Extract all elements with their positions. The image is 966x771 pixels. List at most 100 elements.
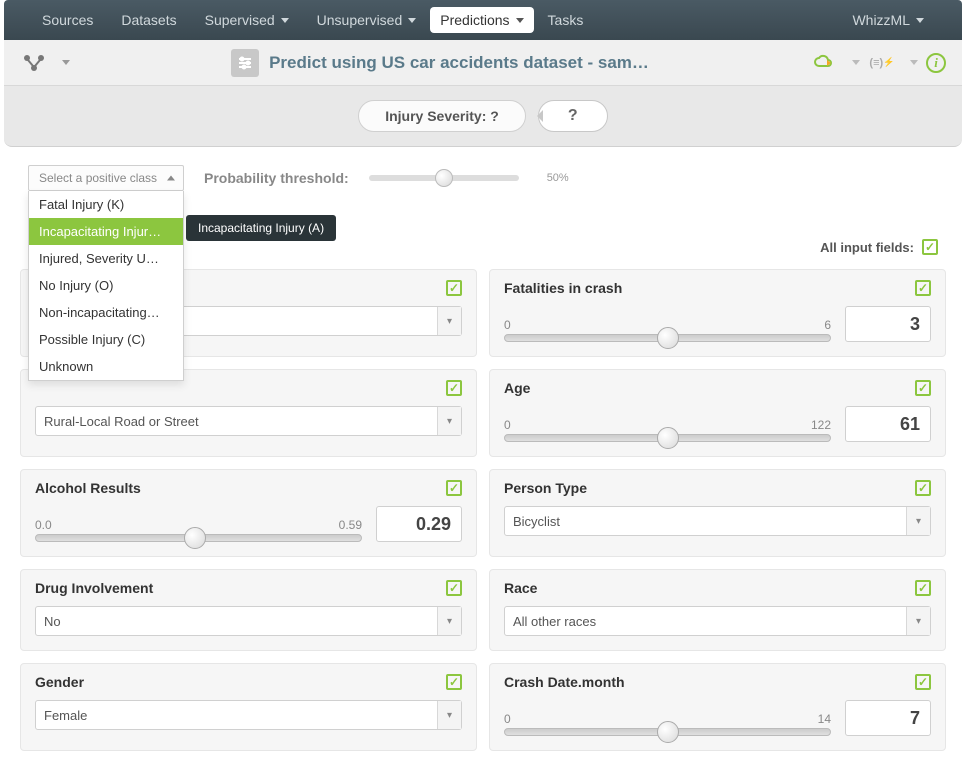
check-icon[interactable]: [446, 580, 462, 596]
field-value-input[interactable]: 0.29: [376, 506, 462, 542]
slider-min: 0.0: [35, 518, 52, 532]
slider-knob[interactable]: [657, 327, 679, 349]
check-icon[interactable]: [446, 674, 462, 690]
field-value-input[interactable]: 61: [845, 406, 931, 442]
nav-whizzml-label: WhizzML: [852, 12, 910, 28]
prediction-result: ?: [538, 100, 608, 132]
field-card-gender: Gender Female: [20, 663, 477, 751]
check-icon[interactable]: [915, 380, 931, 396]
slider-knob[interactable]: [657, 721, 679, 743]
controls-row: Select a positive class Fatal Injury (K)…: [0, 147, 966, 195]
field-title: Race: [504, 580, 537, 596]
field-title: Gender: [35, 674, 84, 690]
slider-knob[interactable]: [184, 527, 206, 549]
positive-class-trigger[interactable]: Select a positive class: [28, 165, 184, 191]
caret-icon: [437, 701, 461, 729]
check-icon[interactable]: [915, 580, 931, 596]
caret-icon: [62, 60, 70, 65]
all-fields-label: All input fields:: [820, 240, 914, 255]
field-slider[interactable]: [504, 334, 831, 342]
field-card-drug: Drug Involvement No: [20, 569, 477, 651]
nav-sources[interactable]: Sources: [28, 0, 107, 40]
dropdown-option[interactable]: Fatal Injury (K): [29, 191, 183, 218]
caret-icon: [906, 507, 930, 535]
field-slider[interactable]: [504, 728, 831, 736]
slider-max: 14: [818, 712, 831, 726]
field-card-crash-month: Crash Date.month 014 7: [489, 663, 946, 751]
title-bar: Predict using US car accidents dataset -…: [4, 40, 962, 86]
field-select-value: Rural-Local Road or Street: [44, 414, 199, 429]
field-select[interactable]: All other races: [504, 606, 931, 636]
check-icon[interactable]: [922, 239, 938, 255]
caret-icon: [437, 407, 461, 435]
check-icon[interactable]: [915, 280, 931, 296]
top-nav: Sources Datasets Supervised Unsupervised…: [4, 0, 962, 40]
nav-unsupervised[interactable]: Unsupervised: [303, 0, 431, 40]
prediction-header: Injury Severity: ? ?: [4, 86, 962, 147]
field-title: Crash Date.month: [504, 674, 625, 690]
code-action-icon[interactable]: (≡)⚡: [868, 49, 896, 77]
check-icon[interactable]: [915, 674, 931, 690]
slider-min: 0: [504, 418, 511, 432]
field-card-person-type: Person Type Bicyclist: [489, 469, 946, 557]
caret-icon: [916, 18, 924, 23]
field-title: [35, 380, 39, 396]
dropdown-option[interactable]: Non-incapacitating…: [29, 299, 183, 326]
field-title: Alcohol Results: [35, 480, 141, 496]
info-icon[interactable]: i: [926, 53, 946, 73]
check-icon[interactable]: [915, 480, 931, 496]
field-title: Fatalities in crash: [504, 280, 622, 296]
threshold-slider[interactable]: [369, 175, 519, 181]
field-slider[interactable]: [504, 434, 831, 442]
caret-icon: [516, 18, 524, 23]
dropdown-option[interactable]: No Injury (O): [29, 272, 183, 299]
caret-icon: [408, 18, 416, 23]
nav-predictions[interactable]: Predictions: [430, 7, 533, 33]
field-select[interactable]: Female: [35, 700, 462, 730]
field-select[interactable]: Rural-Local Road or Street: [35, 406, 462, 436]
field-select-value: All other races: [513, 614, 596, 629]
slider-max: 122: [811, 418, 831, 432]
threshold-value: 50%: [547, 172, 569, 184]
check-icon[interactable]: [446, 480, 462, 496]
caret-icon: [852, 60, 860, 65]
field-title: Age: [504, 380, 530, 396]
cloud-action-icon[interactable]: [810, 49, 838, 77]
field-select[interactable]: Bicyclist: [504, 506, 931, 536]
slider-min: 0: [504, 318, 511, 332]
field-card: Rural-Local Road or Street: [20, 369, 477, 457]
nav-supervised[interactable]: Supervised: [191, 0, 303, 40]
check-icon[interactable]: [446, 380, 462, 396]
slider-knob[interactable]: [657, 427, 679, 449]
dropdown-option[interactable]: Possible Injury (C): [29, 326, 183, 353]
field-title: Drug Involvement: [35, 580, 153, 596]
field-value-input[interactable]: 7: [845, 700, 931, 736]
nav-whizzml[interactable]: WhizzML: [838, 0, 938, 40]
field-select[interactable]: No: [35, 606, 462, 636]
caret-icon: [437, 607, 461, 635]
caret-icon: [910, 60, 918, 65]
field-card-fatalities: Fatalities in crash 06 3: [489, 269, 946, 357]
model-type-icon[interactable]: [20, 49, 48, 77]
dropdown-option[interactable]: Incapacitating Injur…: [29, 218, 183, 245]
caret-icon: [281, 18, 289, 23]
field-value-input[interactable]: 3: [845, 306, 931, 342]
field-select-value: Bicyclist: [513, 514, 560, 529]
check-icon[interactable]: [446, 280, 462, 296]
positive-class-dropdown: Fatal Injury (K) Incapacitating Injur… I…: [28, 191, 184, 381]
nav-datasets[interactable]: Datasets: [107, 0, 190, 40]
field-slider[interactable]: [35, 534, 362, 542]
slider-max: 0.59: [339, 518, 362, 532]
field-select-value: Female: [44, 708, 87, 723]
settings-icon[interactable]: [231, 49, 259, 77]
caret-icon: [437, 307, 461, 335]
slider-knob[interactable]: [435, 169, 453, 187]
field-select-value: No: [44, 614, 61, 629]
dropdown-option[interactable]: Injured, Severity U…: [29, 245, 183, 272]
positive-class-select[interactable]: Select a positive class Fatal Injury (K)…: [28, 165, 184, 191]
dropdown-option[interactable]: Unknown: [29, 353, 183, 380]
prediction-label: Injury Severity: ?: [358, 100, 526, 132]
caret-icon: [906, 607, 930, 635]
field-card-age: Age 0 122 61: [489, 369, 946, 457]
nav-tasks[interactable]: Tasks: [534, 0, 598, 40]
